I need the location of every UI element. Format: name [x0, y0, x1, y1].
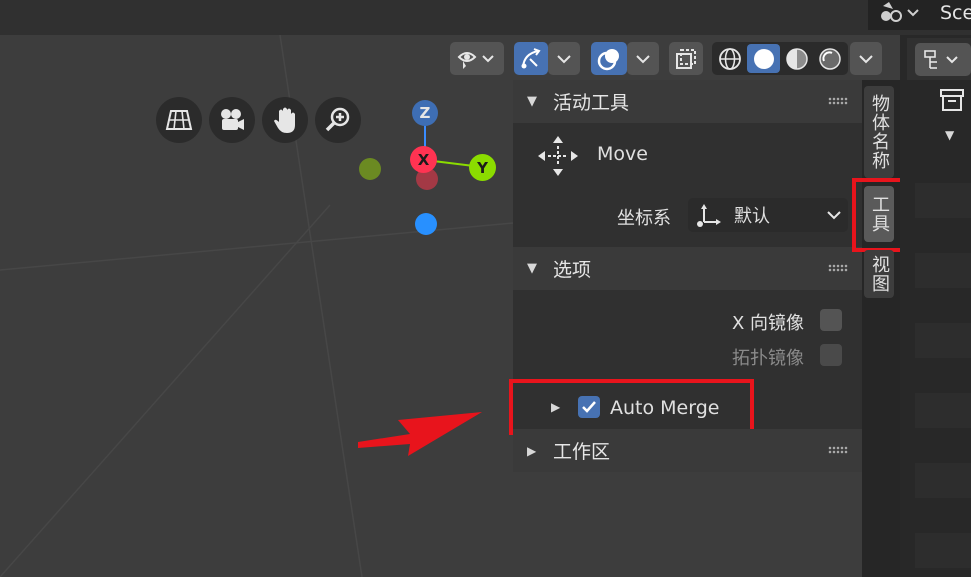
expanded-triangle-icon[interactable]: ▼ — [945, 128, 954, 142]
axis-z-ball[interactable]: Z — [412, 100, 438, 126]
workspace-panel-header[interactable]: ▶ 工作区 — [513, 429, 862, 472]
active-tool-title: 活动工具 — [553, 92, 630, 114]
toggle-xray-button[interactable] — [669, 42, 703, 75]
scene-icon[interactable] — [874, 0, 930, 28]
topology-mirror-label: 拓扑镜像 — [732, 348, 804, 369]
shading-mode-group[interactable] — [712, 42, 848, 75]
display-mode-button[interactable] — [915, 43, 971, 76]
camera-icon — [221, 109, 244, 130]
top-header-bar — [0, 0, 971, 35]
outliner-display-mode-icon — [924, 49, 958, 69]
chevron-down-icon — [859, 54, 873, 63]
ortho-grid-icon — [165, 110, 193, 130]
tool-tab-highlight-box — [852, 178, 906, 252]
gizmo-dropdown[interactable] — [548, 42, 580, 75]
show-overlays-toggle[interactable] — [591, 42, 627, 75]
axis-neg-z-ball[interactable] — [415, 213, 437, 235]
expanded-triangle-icon: ▼ — [527, 94, 537, 109]
outliner-row[interactable] — [915, 463, 971, 498]
material-preview-button[interactable] — [781, 44, 813, 73]
scene-name[interactable]: Sce — [940, 0, 971, 26]
axis-x-ball[interactable]: X — [410, 146, 437, 173]
material-preview-icon — [786, 47, 808, 70]
expanded-triangle-icon: ▼ — [527, 261, 537, 276]
xray-icon — [676, 48, 696, 69]
collapsed-triangle-icon: ▶ — [527, 443, 537, 458]
chevron-down-icon — [636, 54, 650, 63]
solid-shading-button[interactable] — [747, 44, 780, 73]
toggle-ortho-button[interactable] — [156, 97, 202, 143]
coord-system-value: 默认 — [734, 206, 770, 227]
wireframe-icon — [719, 47, 741, 70]
outliner-row[interactable] — [915, 533, 971, 568]
overlay-icon — [597, 48, 619, 70]
outliner-row[interactable] — [915, 253, 971, 288]
auto-merge-highlight-box — [509, 379, 754, 435]
camera-view-button[interactable] — [209, 97, 255, 143]
rendered-shading-button[interactable] — [814, 44, 846, 73]
tab-view-label: 视图 — [869, 255, 890, 293]
active-tool-name: Move — [597, 143, 648, 165]
tab-item[interactable]: 物体名称 — [864, 86, 894, 178]
drag-grip-icon[interactable] — [828, 264, 848, 272]
chevron-down-icon — [557, 54, 571, 63]
coord-system-label: 坐标系 — [617, 208, 671, 229]
tab-view[interactable]: 视图 — [864, 250, 894, 298]
transform-orientation-icon — [697, 204, 721, 227]
options-panel-header[interactable]: ▼ 选项 — [513, 247, 862, 290]
outliner-row[interactable] — [915, 393, 971, 428]
solid-icon — [753, 48, 774, 69]
view-object-types-button[interactable] — [450, 42, 504, 75]
chevron-down-icon — [827, 211, 841, 220]
axis-y-ball[interactable]: Y — [469, 154, 496, 181]
topology-mirror-checkbox[interactable] — [820, 344, 842, 366]
red-arrow-annotation — [358, 412, 482, 456]
workspace-title: 工作区 — [553, 441, 611, 463]
outliner-row[interactable] — [915, 323, 971, 358]
wireframe-shading-button[interactable] — [714, 44, 746, 73]
tab-item-label: 物体名称 — [869, 94, 890, 170]
hand-icon — [274, 107, 295, 133]
outliner-row[interactable] — [915, 183, 971, 218]
overlays-dropdown[interactable] — [627, 42, 659, 75]
coord-system-select[interactable]: 默认 — [688, 198, 848, 232]
x-mirror-checkbox[interactable] — [820, 309, 842, 331]
gizmo-icon — [521, 47, 541, 68]
options-title: 选项 — [553, 259, 592, 281]
move-tool-icon — [536, 134, 580, 178]
pan-view-button[interactable] — [262, 97, 308, 143]
x-mirror-label: X 向镜像 — [731, 313, 804, 334]
eye-arrow-icon — [457, 51, 494, 69]
shading-dropdown[interactable] — [850, 42, 882, 75]
axis-neg-y-ball[interactable] — [359, 158, 381, 180]
drag-grip-icon[interactable] — [828, 97, 848, 105]
active-tool-panel-header[interactable]: ▼ 活动工具 — [513, 80, 862, 123]
show-gizmo-toggle[interactable] — [514, 42, 548, 75]
rendered-icon — [819, 47, 841, 70]
collection-box-icon[interactable] — [938, 87, 966, 113]
zoom-icon — [325, 107, 350, 132]
drag-grip-icon[interactable] — [828, 446, 848, 454]
